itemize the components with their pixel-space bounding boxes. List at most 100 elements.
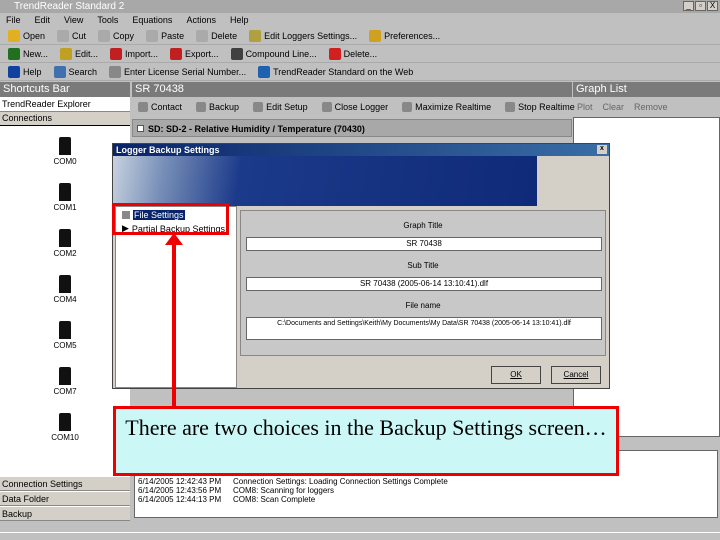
log-message: COM8: Scanning for loggers [233, 486, 334, 495]
port-label: COM2 [53, 249, 77, 258]
port-com2[interactable]: COM2 [48, 229, 82, 258]
log-message: Connection Settings: Loading Connection … [233, 477, 448, 486]
dialog-close-button[interactable]: x [597, 145, 607, 154]
log-message: COM8: Scan Complete [233, 495, 316, 504]
port-com4[interactable]: COM4 [48, 275, 82, 304]
port-label: COM7 [53, 387, 77, 396]
log-time: 6/14/2005 12:43:56 PM [138, 486, 222, 495]
toolbar-label: Backup [209, 102, 240, 112]
toolbar-label: Help [23, 66, 42, 77]
maximize-realtime-button[interactable]: Maximize Realtime [398, 102, 495, 112]
toolbar-label: TrendReader Standard on the Web [273, 66, 414, 77]
edit-loggers-settings-button[interactable]: Edit Loggers Settings... [245, 29, 361, 42]
menu-equations[interactable]: Equations [132, 13, 172, 27]
port-com10[interactable]: COM10 [48, 413, 82, 442]
search-icon [53, 65, 66, 78]
enter-license-serial-number-button[interactable]: Enter License Serial Number... [105, 65, 250, 78]
stop-realtime-button[interactable]: Stop Realtime [501, 102, 579, 112]
toolbar-label: Edit Setup [266, 102, 308, 112]
search-button[interactable]: Search [50, 65, 102, 78]
log-row: 6/14/2005 12:43:56 PM COM8: Scanning for … [138, 486, 717, 495]
remove-button[interactable]: Remove [634, 102, 668, 112]
app-title: TrendReader Standard 2 [14, 1, 125, 12]
serial-port-icon [59, 183, 71, 201]
help-icon [8, 65, 20, 78]
port-com1[interactable]: COM1 [48, 183, 82, 212]
toolbar-label: Compound Line... [245, 48, 317, 59]
window-controls: _ ▫ X [683, 1, 718, 11]
graph-title-label: Graph Title [403, 221, 443, 230]
cut-button[interactable]: Cut [53, 29, 90, 42]
close-logger-button[interactable]: Close Logger [318, 102, 393, 112]
minimize-button[interactable]: _ [683, 1, 694, 11]
restore-button[interactable]: ▫ [695, 1, 706, 11]
close-logger-icon [321, 102, 332, 112]
clear-button[interactable]: Clear [603, 102, 625, 112]
backup-button[interactable]: Backup [0, 506, 130, 521]
menu-edit[interactable]: Edit [35, 13, 51, 27]
copy-button[interactable]: Copy [94, 29, 138, 42]
filename-label: File name [405, 301, 441, 310]
menu-tools[interactable]: Tools [97, 13, 118, 27]
connection-settings-button[interactable]: Connection Settings [0, 476, 130, 491]
port-label: COM0 [53, 157, 77, 166]
menu-actions[interactable]: Actions [186, 13, 216, 27]
filename-input[interactable]: C:\Documents and Settings\Keith\My Docum… [246, 317, 602, 340]
toolbar-label: Stop Realtime [518, 102, 575, 112]
compound-line-button[interactable]: Compound Line... [227, 47, 321, 60]
compound-line-icon [230, 47, 243, 60]
serial-port-icon [59, 137, 71, 155]
edit-icon [60, 47, 73, 60]
ok-button[interactable]: OK [491, 366, 541, 384]
menu-bar: File Edit View Tools Equations Actions Help [0, 13, 720, 27]
graph-list-title: Graph List [573, 82, 720, 97]
toolbar-label: Maximize Realtime [415, 102, 492, 112]
trendreader-explorer-tab[interactable]: TrendReader Explorer [0, 97, 130, 112]
serial-port-icon [59, 321, 71, 339]
plot-button[interactable]: Plot [577, 102, 593, 112]
connections-tab[interactable]: Connections [0, 112, 130, 126]
export-button[interactable]: Export... [166, 47, 223, 60]
delete-icon [196, 29, 209, 42]
port-label: COM1 [53, 203, 77, 212]
paste-button[interactable]: Paste [142, 29, 188, 42]
port-label: COM5 [53, 341, 77, 350]
port-com7[interactable]: COM7 [48, 367, 82, 396]
port-com5[interactable]: COM5 [48, 321, 82, 350]
port-com0[interactable]: COM0 [48, 137, 82, 166]
delete-button[interactable]: Delete [192, 29, 241, 42]
open-icon [8, 29, 20, 42]
help-button[interactable]: Help [4, 65, 46, 78]
graph-title-input[interactable]: SR 70438 [246, 237, 602, 251]
edit-button[interactable]: Edit... [56, 47, 102, 60]
sub-title-label: Sub Title [407, 261, 439, 270]
contact-button[interactable]: Contact [134, 102, 186, 112]
toolbar-label: Copy [113, 30, 135, 41]
delete-button[interactable]: Delete... [325, 47, 382, 60]
menu-view[interactable]: View [64, 13, 83, 27]
trendreader-standard-on-the-web-button[interactable]: TrendReader Standard on the Web [254, 65, 417, 78]
open-button[interactable]: Open [4, 29, 49, 42]
sub-title-input[interactable]: SR 70438 (2005-06-14 13:10:41).dlf [246, 277, 602, 291]
import-icon [110, 47, 123, 60]
toolbar-label: Close Logger [334, 102, 389, 112]
trendreader-standard-on-the-web-icon [258, 65, 271, 78]
serial-port-icon [59, 413, 71, 431]
maximize-realtime-icon [402, 102, 413, 112]
log-time: 6/14/2005 12:42:43 PM [138, 477, 222, 486]
menu-file[interactable]: File [6, 13, 21, 27]
cancel-button[interactable]: Cancel [551, 366, 601, 384]
serial-port-icon [59, 229, 71, 247]
data-folder-button[interactable]: Data Folder [0, 491, 130, 506]
import-button[interactable]: Import... [106, 47, 162, 60]
new-button[interactable]: New... [4, 47, 52, 60]
logger-item[interactable]: SD: SD-2 - Relative Humidity / Temperatu… [132, 119, 572, 137]
taskbar [0, 532, 720, 540]
close-button[interactable]: X [707, 1, 718, 11]
backup-button[interactable]: Backup [192, 102, 243, 112]
preferences-button[interactable]: Preferences... [365, 29, 444, 42]
menu-help[interactable]: Help [230, 13, 249, 27]
toolbar-label: Delete... [343, 48, 378, 59]
edit-setup-button[interactable]: Edit Setup [249, 102, 312, 112]
toolbar-label: Contact [151, 102, 183, 112]
